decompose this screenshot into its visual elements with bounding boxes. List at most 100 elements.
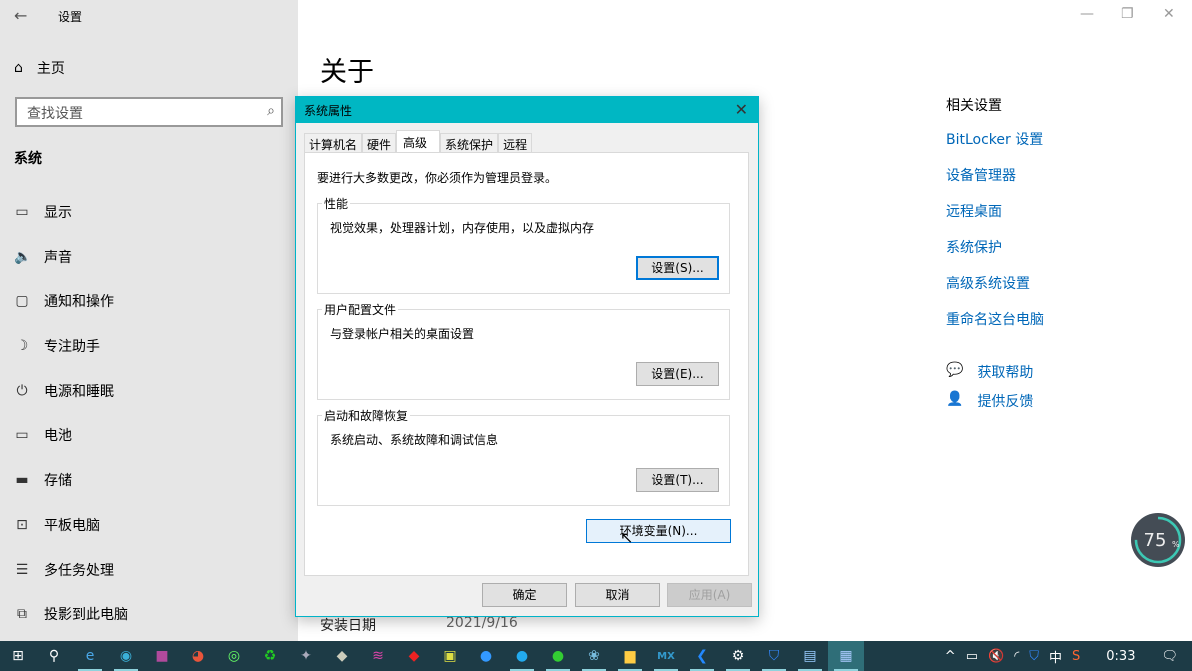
app-red-icon[interactable]: ◆ [396,641,432,671]
file-explorer-icon[interactable]: ▆ [612,641,648,671]
link-rename-pc[interactable]: 重命名这台电脑 [946,309,1044,345]
chat-help-icon: 💬 [946,362,964,378]
search-placeholder: 查找设置 [27,106,83,122]
install-value: 2021/9/16 [446,615,518,631]
group-startup-recovery: 启动和故障恢复 系统启动、系统故障和调试信息 设置(T)... [317,407,730,506]
sogou-icon[interactable]: S [1072,649,1080,664]
app-blue-icon[interactable]: ● [504,641,540,671]
nav-item-label: 投影到此电脑 [44,607,128,623]
dialog-close-icon[interactable]: ✕ [735,100,748,119]
vscode-icon[interactable]: ❮ [684,641,720,671]
project-icon: ⧉ [17,606,27,622]
performance-settings-button[interactable]: 设置(S)... [636,256,719,280]
minimize-button[interactable]: — [1080,6,1094,22]
app-search-doc-icon[interactable]: ▣ [432,641,468,671]
notification-icon: ▢ [15,293,29,309]
section-heading: 系统 [14,151,42,167]
system-properties-dialog: 系统属性 ✕ 计算机名 硬件 高级 系统保护 远程 要进行大多数更改，你必须作为管… [295,96,759,617]
get-help-link[interactable]: 💬 获取帮助 [946,362,1033,382]
admin-note: 要进行大多数更改，你必须作为管理员登录。 [317,171,558,185]
group-performance: 性能 视觉效果，处理器计划，内存使用，以及虚拟内存 设置(S)... [317,195,730,294]
nav-item-label: 显示 [44,205,72,221]
nav-item-label: 存储 [44,473,72,489]
ime-indicator[interactable]: 中 [1049,647,1062,666]
ok-button[interactable]: 确定 [482,583,567,607]
battery-icon: ▭ [15,427,29,443]
restore-button[interactable]: ❐ [1121,6,1134,22]
page-title: 关于 [320,57,374,88]
back-arrow-icon[interactable]: ← [14,6,27,25]
nav-item-6[interactable]: ▬ 存储 [14,470,72,490]
link-bitlocker[interactable]: BitLocker 设置 [946,129,1044,165]
advanced-pane: 要进行大多数更改，你必须作为管理员登录。 性能 视觉效果，处理器计划，内存使用，… [304,152,749,576]
link-device-manager[interactable]: 设备管理器 [946,165,1044,201]
show-hidden-icon[interactable]: ^ [945,649,956,664]
startup-settings-button[interactable]: 设置(T)... [636,468,719,492]
link-advanced-system[interactable]: 高级系统设置 [946,273,1044,309]
search-input[interactable]: 查找设置 ⌕ [15,97,283,127]
tab-system-protection[interactable]: 系统保护 [440,133,499,152]
app-cloud-icon[interactable]: ❀ [576,641,612,671]
nav-item-2[interactable]: ▢ 通知和操作 [14,291,114,311]
nav-item-label: 通知和操作 [44,294,114,310]
group-desc: 系统启动、系统故障和调试信息 [330,433,499,447]
dialog-titlebar[interactable]: 系统属性 ✕ [296,97,758,123]
wechat-icon[interactable]: ● [540,641,576,671]
nav-item-label: 专注助手 [44,339,100,355]
app-green-icon[interactable]: ♻ [252,641,288,671]
notification-center-icon[interactable]: 🗨 [1161,649,1178,664]
group-label: 用户配置文件 [322,301,399,318]
app-title: 设置 [58,10,83,24]
app-green-dot-icon[interactable]: ◎ [216,641,252,671]
close-button[interactable]: ✕ [1163,6,1175,22]
environment-variables-button[interactable]: 环境变量(N)... [586,519,731,543]
tab-hardware[interactable]: 硬件 [362,133,397,152]
tab-advanced[interactable]: 高级 [396,130,441,152]
edge-icon[interactable]: ◉ [108,641,144,671]
nav-home[interactable]: ⌂ 主页 [14,58,65,78]
tab-remote[interactable]: 远程 [498,133,533,152]
memory-gauge-widget[interactable]: 75 % [1130,512,1186,568]
clock[interactable]: 0:33 [1106,649,1135,664]
dialog-title: 系统属性 [304,103,353,118]
security-shield-icon[interactable]: ⛉ [756,641,792,671]
app-box-icon[interactable]: ◆ [324,641,360,671]
nav-item-4[interactable]: ⏻ 电源和睡眠 [14,381,114,401]
nav-item-8[interactable]: ☰ 多任务处理 [14,560,114,580]
profiles-settings-button[interactable]: 设置(E)... [636,362,719,386]
nav-item-1[interactable]: 🔈 声音 [14,247,72,267]
app-purple-icon[interactable]: ■ [144,641,180,671]
nav-item-3[interactable]: ☽ 专注助手 [14,336,100,356]
app-stripes-icon[interactable]: ≋ [360,641,396,671]
power-icon: ⏻ [16,383,28,399]
group-desc: 视觉效果，处理器计划，内存使用，以及虚拟内存 [330,221,595,235]
security-tray-icon[interactable]: ⛉ [1029,649,1039,664]
search-taskbar-icon[interactable]: ⚲ [36,641,72,671]
search-icon: ⌕ [267,103,275,119]
mx-icon[interactable]: MX [648,641,684,671]
wifi-icon[interactable]: ◜ [1014,649,1019,664]
apply-button[interactable]: 应用(A) [667,583,752,607]
nav-item-5[interactable]: ▭ 电池 [14,425,72,445]
app-tool-icon[interactable]: ✦ [288,641,324,671]
feedback-link[interactable]: 👤 提供反馈 [946,391,1033,411]
link-remote-desktop[interactable]: 远程桌面 [946,201,1044,237]
nav-item-7[interactable]: ⊡ 平板电脑 [14,515,100,535]
cancel-button[interactable]: 取消 [575,583,660,607]
volume-muted-icon[interactable]: 🔇 [988,649,1004,664]
chrome-icon[interactable]: ◕ [180,641,216,671]
tab-computer-name[interactable]: 计算机名 [304,133,363,152]
nav-item-9[interactable]: ⧉ 投影到此电脑 [14,604,128,624]
settings-gear-icon[interactable]: ⚙ [720,641,756,671]
battery-icon[interactable]: ▭ [966,649,978,664]
link-system-protection[interactable]: 系统保护 [946,237,1044,273]
multitask-icon: ☰ [15,562,29,578]
system-properties-taskbar-icon[interactable]: ▦ [828,641,864,671]
app-window-icon[interactable]: ▤ [792,641,828,671]
taskbar: ⊞ ⚲ e ◉ ■ ◕ ◎ ♻ ✦ ◆ ≋ ◆ ▣ ● ● ● ❀ ▆ MX ❮… [0,641,1192,671]
app-ai-icon[interactable]: ● [468,641,504,671]
nav-item-0[interactable]: ▭ 显示 [14,202,72,222]
ie-icon[interactable]: e [72,641,108,671]
install-date-row: 安装日期 2021/9/16 [320,615,518,635]
start-button[interactable]: ⊞ [0,641,36,671]
